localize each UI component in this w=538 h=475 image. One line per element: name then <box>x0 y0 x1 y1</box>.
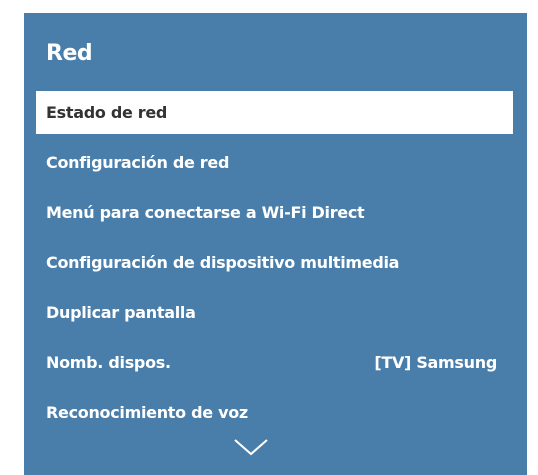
network-menu-panel: Red Estado de red Configuración de red M… <box>24 13 527 475</box>
chevron-down-icon[interactable] <box>233 437 269 457</box>
menu-item-label: Configuración de dispositivo multimedia <box>46 253 400 272</box>
menu-item-voice-recognition[interactable]: Reconocimiento de voz <box>36 391 513 434</box>
menu-item-label: Estado de red <box>46 103 168 122</box>
menu-item-label: Reconocimiento de voz <box>46 403 248 422</box>
menu-item-label: Configuración de red <box>46 153 230 172</box>
menu-item-network-settings[interactable]: Configuración de red <box>36 141 513 184</box>
menu-item-label: Nomb. dispos. <box>46 353 171 372</box>
menu-item-label: Menú para conectarse a Wi-Fi Direct <box>46 203 365 222</box>
menu-item-device-name[interactable]: Nomb. dispos. [TV] Samsung <box>36 341 513 384</box>
menu-item-wifi-direct[interactable]: Menú para conectarse a Wi-Fi Direct <box>36 191 513 234</box>
device-name-value: [TV] Samsung <box>374 353 497 372</box>
menu-list: Estado de red Configuración de red Menú … <box>24 91 527 441</box>
menu-item-network-status[interactable]: Estado de red <box>36 91 513 134</box>
menu-item-screen-mirroring[interactable]: Duplicar pantalla <box>36 291 513 334</box>
menu-item-label: Duplicar pantalla <box>46 303 196 322</box>
menu-title: Red <box>46 41 93 66</box>
menu-item-media-device-settings[interactable]: Configuración de dispositivo multimedia <box>36 241 513 284</box>
